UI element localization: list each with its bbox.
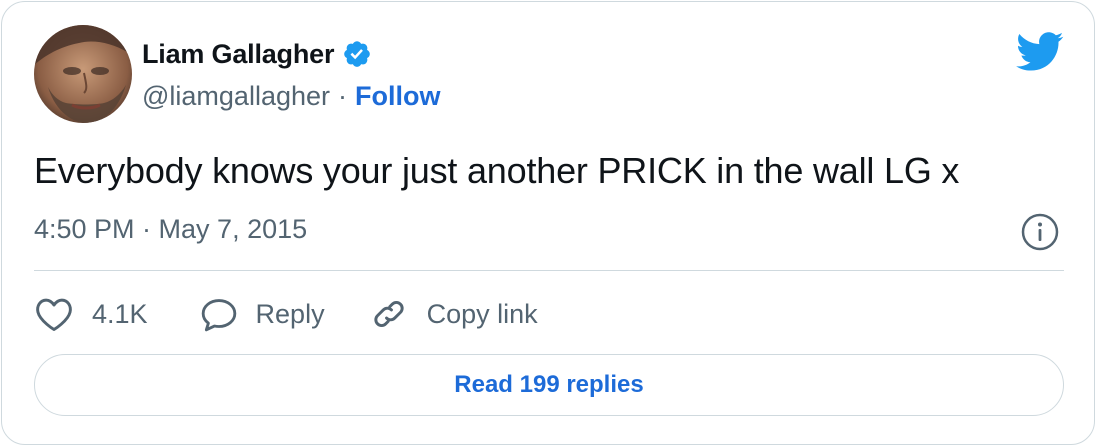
tweet-timestamp[interactable]: 4:50 PM · May 7, 2015 bbox=[34, 214, 307, 245]
action-bar: 4.1K Reply Copy link bbox=[34, 292, 538, 336]
divider bbox=[34, 270, 1064, 271]
reply-label: Reply bbox=[255, 298, 325, 329]
copy-link-button[interactable]: Copy link bbox=[369, 296, 538, 332]
like-count: 4.1K bbox=[92, 298, 148, 329]
follow-link[interactable]: Follow bbox=[355, 81, 440, 112]
info-icon[interactable] bbox=[1020, 212, 1060, 252]
link-icon bbox=[369, 296, 409, 332]
verified-badge-icon bbox=[342, 39, 372, 69]
author-handle[interactable]: @liamgallagher bbox=[142, 81, 330, 112]
author-display-name[interactable]: Liam Gallagher bbox=[142, 39, 334, 70]
like-button[interactable]: 4.1K bbox=[34, 296, 148, 332]
tweet-card: Liam Gallagher @liamgallagher · Follow E… bbox=[1, 1, 1095, 445]
copy-link-label: Copy link bbox=[426, 298, 538, 329]
author-handle-row: @liamgallagher · Follow bbox=[142, 78, 440, 114]
twitter-bird-icon[interactable] bbox=[1016, 32, 1064, 72]
speech-bubble-icon bbox=[200, 296, 238, 332]
read-replies-label: Read 199 replies bbox=[454, 371, 644, 398]
avatar[interactable] bbox=[34, 25, 132, 123]
separator-dot: · bbox=[338, 80, 347, 111]
read-replies-button[interactable]: Read 199 replies bbox=[34, 354, 1064, 416]
author-name-row: Liam Gallagher bbox=[142, 36, 372, 72]
avatar-photo bbox=[34, 25, 132, 123]
tweet-text: Everybody knows your just another PRICK … bbox=[34, 150, 960, 191]
reply-button[interactable]: Reply bbox=[200, 296, 325, 332]
heart-icon bbox=[34, 296, 74, 332]
